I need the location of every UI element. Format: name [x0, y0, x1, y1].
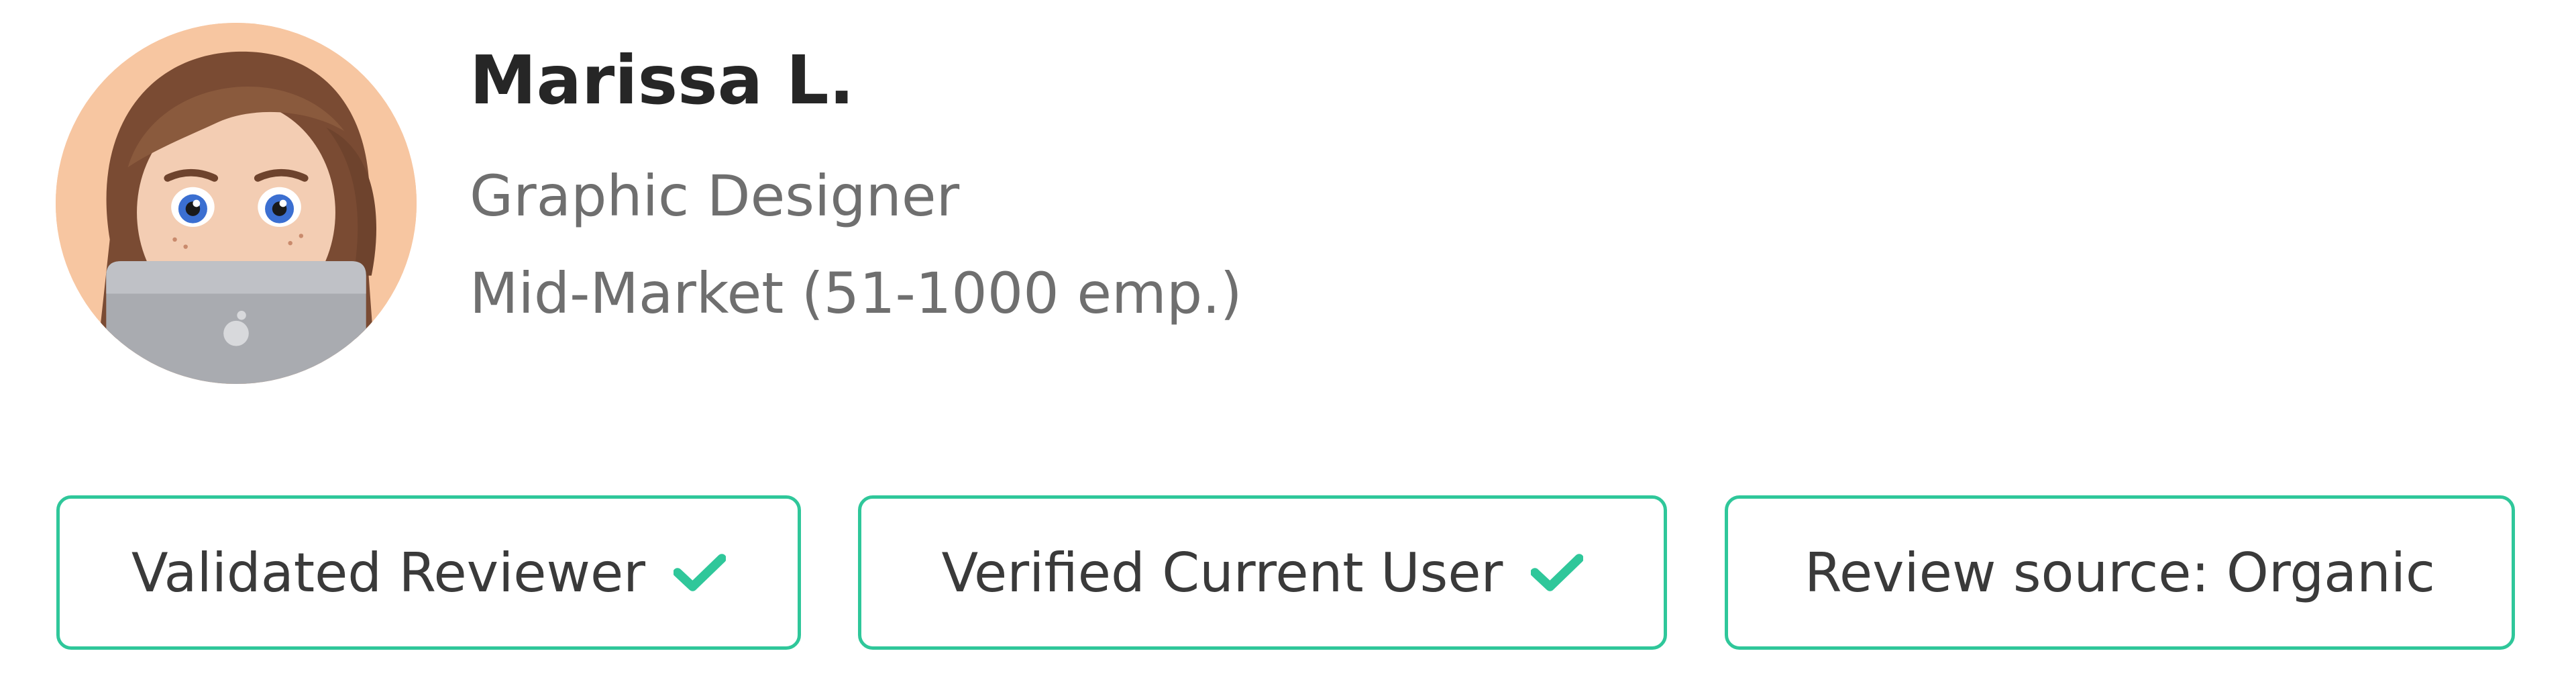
reviewer-profile-card: Marissa L. Graphic Designer Mid-Market (… — [0, 0, 2576, 688]
badge-label: Verified Current User — [941, 541, 1503, 604]
reviewer-avatar — [56, 23, 417, 384]
badge-label: Review source: Organic — [1804, 541, 2436, 604]
reviewer-company-segment: Mid-Market (51-1000 emp.) — [470, 260, 1242, 326]
reviewer-name: Marissa L. — [470, 41, 855, 119]
review-source-badge: Review source: Organic — [1725, 495, 2515, 650]
badge-label: Validated Reviewer — [131, 541, 646, 604]
validated-reviewer-badge: Validated Reviewer — [56, 495, 801, 650]
check-icon — [1531, 552, 1584, 593]
reviewer-role: Graphic Designer — [470, 163, 960, 229]
check-icon — [674, 552, 727, 593]
verified-current-user-badge: Verified Current User — [858, 495, 1667, 650]
memoji-avatar-icon — [56, 23, 417, 384]
